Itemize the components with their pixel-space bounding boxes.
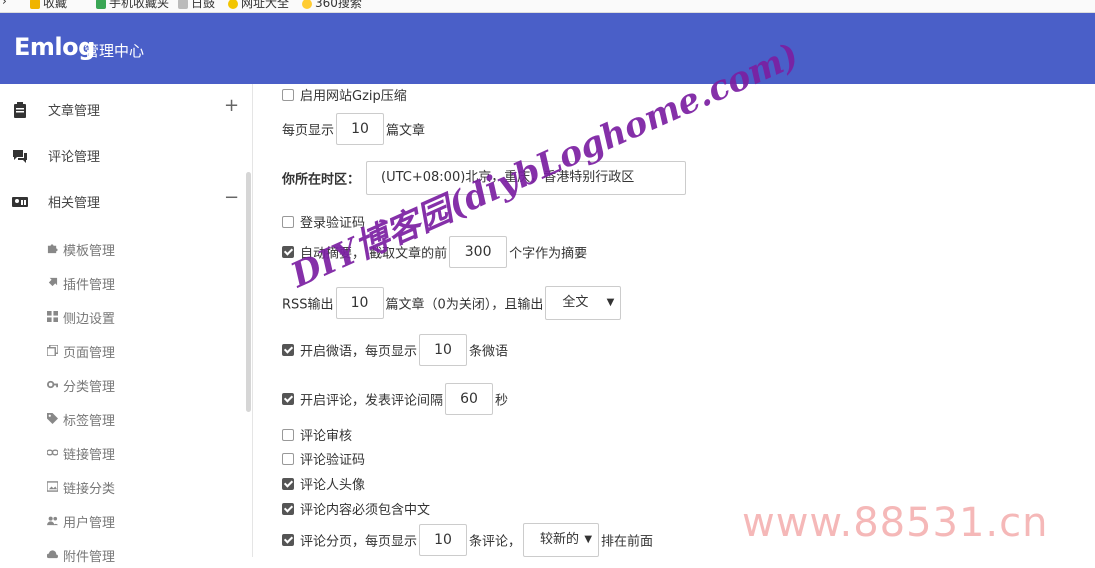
globe-icon — [228, 0, 238, 9]
comments-row: 开启评论，发表评论间隔 60 秒 — [282, 383, 508, 415]
header-subtitle: 管理中心 — [84, 42, 145, 60]
key-icon — [47, 380, 58, 389]
comment-order-select[interactable]: 较新的 ▼ — [523, 523, 600, 557]
comment-paging-checkbox[interactable] — [282, 534, 294, 546]
plug-icon — [48, 277, 58, 287]
twitter-count-input[interactable]: 10 — [419, 334, 468, 366]
pages-icon — [47, 345, 58, 356]
top-header: Emlog 管理中心 — [0, 13, 1095, 84]
sidebar-sub-links[interactable]: 链接管理 — [0, 438, 240, 466]
comment-review-checkbox[interactable] — [282, 428, 294, 441]
twitter-row: 开启微语，每页显示 10 条微语 — [282, 334, 508, 366]
bookmark-item[interactable]: 收藏 — [30, 0, 67, 11]
gzip-row: 启用网站Gzip压缩 — [282, 85, 407, 104]
login-captcha-checkbox[interactable] — [282, 215, 294, 228]
sidebar-sub-attachments[interactable]: 附件管理 — [0, 540, 240, 568]
sidebar-sub-templates[interactable]: 模板管理 — [0, 234, 240, 262]
image-icon — [47, 481, 58, 492]
comment-avatar-checkbox[interactable] — [282, 477, 294, 490]
comment-captcha-row: 评论验证码 — [282, 449, 365, 468]
comment-chinese-checkbox[interactable] — [282, 502, 294, 515]
settings-form: 启用网站Gzip压缩 每页显示 10 篇文章 你所在时区： (UTC+08:00)北京… — [253, 84, 1095, 557]
sidebar-sub-plugins[interactable]: 插件管理 — [0, 268, 240, 296]
comment-captcha-checkbox[interactable] — [282, 452, 294, 465]
sidebar-sub-pages[interactable]: 页面管理 — [0, 336, 240, 364]
rss-count-input[interactable]: 10 — [335, 287, 384, 319]
comment-paging-row: 评论分页，每页显示 10 条评论， 较新的 ▼ 排在前面 — [282, 523, 653, 557]
bookmark-item[interactable]: 360搜索 — [302, 0, 362, 11]
bookmark-arrow-icon[interactable]: › — [2, 0, 7, 8]
expand-icon[interactable]: + — [224, 95, 239, 116]
sidebar-item-comments[interactable]: 评论管理 — [0, 136, 252, 176]
bookmark-item[interactable]: 日鼓 — [178, 0, 215, 11]
sidebar-item-label: 相关管理 — [48, 196, 101, 211]
sidebar: 文章管理 + 评论管理 相关管理 − 模板管理 插件管理 侧边设置 页面管理 分… — [0, 84, 253, 565]
rss-output-select[interactable]: 全文 ▼ — [545, 286, 622, 320]
sidebar-item-label: 评论管理 — [48, 150, 101, 165]
comment-interval-input[interactable]: 60 — [445, 383, 494, 415]
comments-checkbox[interactable] — [282, 393, 294, 405]
rss-row: RSS输出 10 篇文章（0为关闭），且输出 全文 ▼ — [282, 286, 623, 320]
sidebar-item-articles[interactable]: 文章管理 + — [0, 90, 252, 130]
bookmarks-bar: › 收藏 手机收藏夹 日鼓 网址大全 360搜索 — [0, 0, 1095, 13]
sidebar-sub-tags[interactable]: 标签管理 — [0, 404, 240, 432]
logo[interactable]: Emlog — [14, 33, 95, 61]
puzzle-icon — [47, 244, 58, 254]
per-page-input[interactable]: 10 — [336, 113, 385, 145]
comment-avatar-row: 评论人头像 — [282, 474, 365, 493]
comment-review-row: 评论审核 — [282, 425, 352, 444]
comments-icon — [13, 150, 27, 163]
dropdown-arrow-icon: ▼ — [584, 534, 593, 545]
summary-length-input[interactable]: 300 — [449, 236, 508, 268]
sidebar-scrollbar[interactable] — [246, 172, 251, 412]
star-icon — [30, 0, 40, 9]
sidebar-sub-link-categories[interactable]: 链接分类 — [0, 472, 240, 500]
comment-page-size-input[interactable]: 10 — [419, 524, 468, 556]
dropdown-arrow-icon: ▼ — [606, 297, 615, 308]
sidebar-item-label: 文章管理 — [48, 104, 101, 119]
phone-icon — [96, 0, 106, 9]
collapse-icon[interactable]: − — [224, 187, 239, 208]
watermark-site: www.88531.cn — [742, 500, 1049, 546]
search-icon — [302, 0, 312, 9]
gzip-checkbox[interactable] — [282, 88, 294, 101]
sidebar-sub-categories[interactable]: 分类管理 — [0, 370, 240, 398]
cloud-icon — [47, 550, 58, 559]
sidebar-sub-users[interactable]: 用户管理 — [0, 506, 240, 534]
page-icon — [178, 0, 188, 9]
comment-chinese-row: 评论内容必须包含中文 — [282, 499, 430, 518]
id-card-icon — [12, 197, 28, 207]
bookmark-item[interactable]: 网址大全 — [228, 0, 289, 11]
tag-icon — [47, 413, 58, 424]
link-icon — [47, 449, 58, 456]
sidebar-item-related[interactable]: 相关管理 − — [0, 182, 252, 222]
sidebar-sub-widgets[interactable]: 侧边设置 — [0, 302, 240, 330]
bookmark-item[interactable]: 手机收藏夹 — [96, 0, 169, 11]
twitter-checkbox[interactable] — [282, 344, 294, 356]
clipboard-icon — [14, 102, 26, 118]
per-page-row: 每页显示 10 篇文章 — [282, 113, 425, 145]
users-icon — [47, 516, 58, 526]
grid-icon — [47, 311, 58, 322]
